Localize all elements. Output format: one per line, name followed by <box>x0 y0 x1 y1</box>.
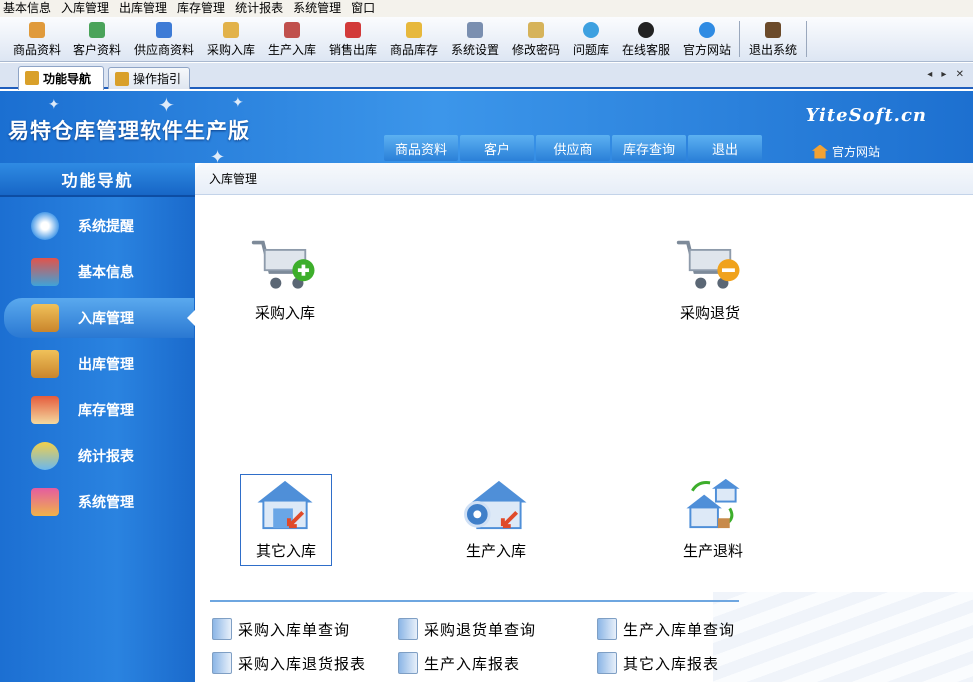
breadcrumb: 入库管理 <box>195 163 973 195</box>
toolbar-settings-button[interactable]: 系统设置 <box>448 19 502 59</box>
report-icon <box>212 652 232 674</box>
sidebar-item-system[interactable]: 系统管理 <box>0 482 195 522</box>
sidebar-item-outbound[interactable]: 出库管理 <box>0 344 195 384</box>
menu-bar: 基本信息 入库管理 出库管理 库存管理 统计报表 系统管理 窗口 <box>0 0 973 17</box>
toolbar-supplier-button[interactable]: 供应商资料 <box>132 19 196 59</box>
tools-icon <box>31 488 59 516</box>
toolbar-faq-button[interactable]: 问题库 <box>570 19 612 59</box>
cart-add-icon <box>251 240 315 289</box>
menu-window[interactable]: 窗口 <box>348 0 382 17</box>
production-return-button[interactable]: 生产退料 <box>667 474 759 566</box>
other-in-button[interactable]: 其它入库 <box>240 474 332 566</box>
purchase-return-query-link[interactable]: 采购退货单查询 <box>398 615 536 643</box>
tab-scroll-arrows[interactable]: ◂ ▸ ✕ <box>927 69 967 80</box>
material-return-icon <box>686 478 740 529</box>
toolbar-separator <box>739 21 740 57</box>
decorative-background <box>713 592 973 682</box>
tab-guide-icon <box>115 72 129 86</box>
info-icon <box>31 212 59 240</box>
toolbar-goods-button[interactable]: 商品资料 <box>10 19 64 59</box>
brand-logo-text: YiteSoft.cn <box>805 105 927 126</box>
question-icon <box>583 22 599 38</box>
sparkle-icon: ✦ <box>210 147 226 163</box>
menu-inventory[interactable]: 库存管理 <box>174 0 232 17</box>
production-icon <box>284 22 300 38</box>
other-in-report-link[interactable]: 其它入库报表 <box>597 649 719 677</box>
sparkle-icon: ✦ <box>158 93 175 117</box>
ie-icon <box>699 22 715 38</box>
settings-icon <box>467 22 483 38</box>
purchase-return-button[interactable]: 采购退货 <box>664 236 756 328</box>
purchase-in-button[interactable]: 采购入库 <box>239 236 331 328</box>
report-icon <box>398 652 418 674</box>
customer-icon <box>89 22 105 38</box>
toolbar-purchase-in-button[interactable]: 采购入库 <box>204 19 258 59</box>
production-in-button[interactable]: 生产入库 <box>450 474 542 566</box>
warehouse-in-icon <box>257 480 313 530</box>
warehouse-icon <box>31 396 59 424</box>
menu-inbound[interactable]: 入库管理 <box>58 0 116 17</box>
sidebar: 功能导航 系统提醒 基本信息 入库管理 出库管理 库存管理 统计报表 系统管理 <box>0 163 195 682</box>
toolbar-online-service-button[interactable]: 在线客服 <box>619 19 673 59</box>
menu-basic-info[interactable]: 基本信息 <box>0 0 58 17</box>
menu-system[interactable]: 系统管理 <box>290 0 348 17</box>
sidebar-item-inventory[interactable]: 库存管理 <box>0 390 195 430</box>
purchase-in-return-report-link[interactable]: 采购入库退货报表 <box>212 649 366 677</box>
goods-icon <box>29 22 45 38</box>
sparkle-icon: ✦ <box>232 95 244 111</box>
box-in-icon <box>31 304 59 332</box>
production-in-report-link[interactable]: 生产入库报表 <box>398 649 520 677</box>
header-banner: ✦ ✦ ✦ ✦ 易特仓库管理软件生产版 YiteSoft.cn 商品资料 客户 … <box>0 91 973 163</box>
report-icon <box>597 652 617 674</box>
blocks-icon <box>31 258 59 286</box>
menu-outbound[interactable]: 出库管理 <box>116 0 174 17</box>
toolbar-sales-out-button[interactable]: 销售出库 <box>326 19 380 59</box>
home-icon <box>812 144 828 159</box>
key-icon <box>528 22 544 38</box>
tab-strip: 功能导航 操作指引 ◂ ▸ ✕ <box>0 63 973 90</box>
toolbar-production-in-button[interactable]: 生产入库 <box>265 19 319 59</box>
toolbar: 商品资料 客户资料 供应商资料 采购入库 生产入库 销售出库 商品库存 系统设置… <box>0 17 973 62</box>
box-out-icon <box>31 350 59 378</box>
tab-nav-icon <box>25 71 39 85</box>
document-icon <box>212 618 232 640</box>
cart-icon <box>345 22 361 38</box>
sparkle-icon: ✦ <box>48 97 60 113</box>
toolbar-exit-button[interactable]: 退出系统 <box>746 19 800 59</box>
sidebar-item-reports[interactable]: 统计报表 <box>0 436 195 476</box>
nav-exit[interactable]: 退出 <box>688 135 762 161</box>
toolbar-end-separator <box>806 21 807 57</box>
banner-nav: 商品资料 客户 供应商 库存查询 退出 <box>384 135 762 161</box>
official-site-link[interactable]: 官方网站 <box>812 143 880 160</box>
sidebar-item-reminders[interactable]: 系统提醒 <box>0 206 195 246</box>
sidebar-header: 功能导航 <box>0 163 195 197</box>
exit-icon <box>765 22 781 38</box>
nav-goods[interactable]: 商品资料 <box>384 135 458 161</box>
qq-icon <box>638 22 654 38</box>
toolbar-password-button[interactable]: 修改密码 <box>509 19 563 59</box>
toolbar-website-button[interactable]: 官方网站 <box>680 19 734 59</box>
factory-in-icon <box>464 480 527 530</box>
cart-remove-icon <box>676 240 740 289</box>
nav-stock-query[interactable]: 库存查询 <box>612 135 686 161</box>
sidebar-item-basic-info[interactable]: 基本信息 <box>0 252 195 292</box>
box-icon <box>406 22 422 38</box>
nav-customer[interactable]: 客户 <box>460 135 534 161</box>
sidebar-item-inbound[interactable]: 入库管理 <box>4 298 195 338</box>
section-divider <box>210 600 739 602</box>
document-icon <box>597 618 617 640</box>
menu-reports[interactable]: 统计报表 <box>232 0 290 17</box>
tab-operation-guide[interactable]: 操作指引 <box>108 67 190 89</box>
document-icon <box>398 618 418 640</box>
app-title: 易特仓库管理软件生产版 <box>8 119 250 143</box>
purchase-in-query-link[interactable]: 采购入库单查询 <box>212 615 350 643</box>
toolbar-stock-button[interactable]: 商品库存 <box>387 19 441 59</box>
supplier-icon <box>156 22 172 38</box>
toolbar-customer-button[interactable]: 客户资料 <box>70 19 124 59</box>
nav-supplier[interactable]: 供应商 <box>536 135 610 161</box>
truck-icon <box>223 22 239 38</box>
chat-icon <box>31 442 59 470</box>
production-in-query-link[interactable]: 生产入库单查询 <box>597 615 735 643</box>
tab-function-nav[interactable]: 功能导航 <box>18 66 104 90</box>
